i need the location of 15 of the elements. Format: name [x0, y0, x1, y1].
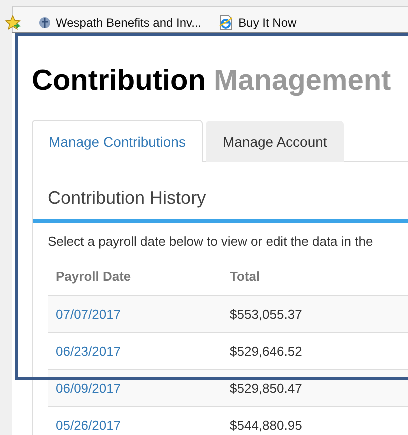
bookmark-link[interactable]: Buy It Now — [238, 16, 297, 30]
payroll-date-link[interactable]: 06/23/2017 — [56, 344, 122, 358]
table-cell: $544,880.95 — [222, 406, 408, 435]
payroll-date-link[interactable]: 06/09/2017 — [56, 380, 122, 396]
section-heading: Contribution History — [47, 187, 208, 210]
page-title-accent: Management — [214, 64, 392, 99]
table-cell: $553,055.37 — [222, 296, 408, 332]
payroll-date-link[interactable]: 05/26/2017 — [56, 418, 122, 432]
favorites-star-icon[interactable] — [5, 15, 21, 31]
tab[interactable]: Manage Contributions — [32, 120, 203, 162]
payroll-date-link[interactable]: 07/07/2017 — [56, 306, 122, 322]
page-title: Contribution — [32, 64, 206, 99]
section-description: Select a payroll date below to view or edit the data in the — [47, 233, 374, 251]
tab[interactable]: Manage Account — [206, 121, 344, 162]
bookmark-link[interactable]: Wespath Benefits and Inv... — [56, 16, 202, 30]
